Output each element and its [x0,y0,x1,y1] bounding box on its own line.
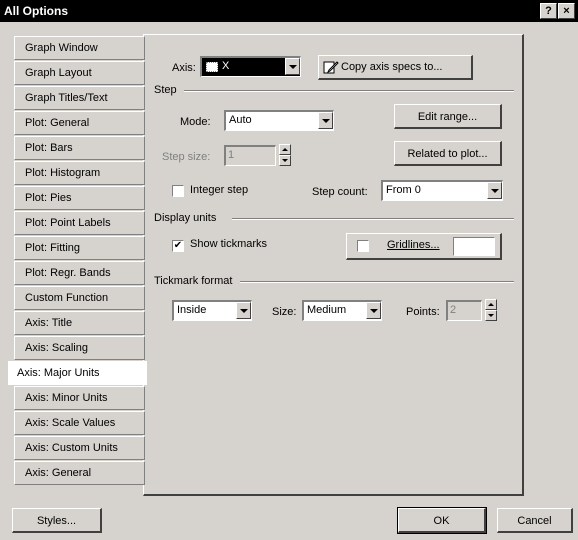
mode-label: Mode: [180,116,211,128]
gridlines-checkbox[interactable] [357,240,369,252]
tab-axis-title[interactable]: Axis: Title [14,311,145,335]
chevron-down-icon [322,119,330,123]
size-label: Size: [272,306,297,318]
tab-axis-major-units[interactable]: Axis: Major Units [8,361,147,385]
step-size-label: Step size: [162,151,211,163]
tab-plot-regr-bands[interactable]: Plot: Regr. Bands [14,261,145,285]
tab-custom-function[interactable]: Custom Function [14,286,145,310]
cancel-button[interactable]: Cancel [497,508,573,533]
related-to-plot-button[interactable]: Related to plot... [394,141,502,166]
chevron-down-icon [289,65,297,69]
axis-swatch-icon [206,62,218,72]
tickmark-position-dropdown-button[interactable] [236,302,251,319]
step-group-label: Step [154,84,177,96]
ok-button[interactable]: OK [397,507,487,534]
triangle-up-icon [282,148,288,151]
tab-plot-bars[interactable]: Plot: Bars [14,136,145,160]
tickmark-position-value: Inside [177,304,207,316]
gridlines-color-swatch[interactable] [453,237,495,256]
options-tab-list: Graph Window Graph Layout Graph Titles/T… [8,36,147,486]
tab-axis-scale-values[interactable]: Axis: Scale Values [14,411,145,435]
copy-axis-specs-label: Copy axis specs to... [341,61,443,73]
tab-plot-fitting[interactable]: Plot: Fitting [14,236,145,260]
step-count-label: Step count: [312,186,368,198]
tab-plot-histogram[interactable]: Plot: Histogram [14,161,145,185]
tickmark-format-divider [240,281,514,283]
spin-down-button[interactable] [279,155,291,166]
step-size-field[interactable]: 1 [224,145,276,166]
tab-axis-minor-units[interactable]: Axis: Minor Units [14,386,145,410]
gridlines-label: Gridlines... [387,239,440,251]
mode-select[interactable]: Auto [224,110,334,131]
points-field[interactable]: 2 [446,300,482,321]
tickmark-size-dropdown-button[interactable] [366,302,381,319]
copy-axis-specs-button[interactable]: Copy axis specs to... [318,55,473,80]
spin-up-button[interactable] [485,299,497,310]
step-size-value: 1 [228,149,235,161]
styles-button[interactable]: Styles... [12,508,102,533]
tab-graph-window[interactable]: Graph Window [14,36,145,60]
step-group-divider [184,90,514,92]
tickmark-size-value: Medium [307,304,347,316]
points-label: Points: [406,306,440,318]
display-units-divider [232,218,514,220]
display-units-group-label: Display units [154,212,217,224]
chevron-down-icon [240,309,248,313]
triangle-up-icon [488,303,494,306]
show-tickmarks-label: Show tickmarks [190,238,268,250]
chevron-down-icon [370,309,378,313]
show-tickmarks-checkbox[interactable]: ✔ [172,240,184,252]
chevron-down-icon [491,189,499,193]
tab-plot-pies[interactable]: Plot: Pies [14,186,145,210]
help-button[interactable]: ? [540,3,557,19]
step-size-spinner[interactable] [279,144,291,166]
triangle-down-icon [282,159,288,162]
edit-pencil-icon [323,61,339,74]
window-title: All Options [4,4,68,18]
integer-step-checkbox[interactable] [172,185,184,197]
step-count-dropdown-button[interactable] [487,182,502,199]
tab-plot-general[interactable]: Plot: General [14,111,145,135]
edit-range-button[interactable]: Edit range... [394,104,502,129]
mode-select-value: Auto [229,114,252,126]
close-button[interactable]: × [558,3,575,19]
points-spinner[interactable] [485,299,497,321]
all-options-dialog: All Options ? × Graph Window Graph Layou… [0,0,578,540]
tickmark-format-group-label: Tickmark format [154,275,233,287]
axis-select-value: X [222,60,230,72]
axis-select[interactable]: X [200,56,301,77]
axis-dropdown-button[interactable] [285,58,300,75]
tab-axis-scaling[interactable]: Axis: Scaling [14,336,145,360]
tab-axis-custom-units[interactable]: Axis: Custom Units [14,436,145,460]
tab-axis-general[interactable]: Axis: General [14,461,145,485]
axis-label: Axis: [172,62,196,74]
tickmark-position-select[interactable]: Inside [172,300,252,321]
spin-down-button[interactable] [485,310,497,321]
tab-plot-point-labels[interactable]: Plot: Point Labels [14,211,145,235]
spin-up-button[interactable] [279,144,291,155]
mode-dropdown-button[interactable] [318,112,333,129]
step-count-select[interactable]: From 0 [381,180,503,201]
title-bar: All Options [0,0,578,22]
tab-graph-layout[interactable]: Graph Layout [14,61,145,85]
tickmark-size-select[interactable]: Medium [302,300,382,321]
gridlines-button[interactable]: Gridlines... [346,233,502,260]
tab-graph-titles-text[interactable]: Graph Titles/Text [14,86,145,110]
integer-step-label: Integer step [190,184,249,196]
step-count-value: From 0 [386,184,421,196]
triangle-down-icon [488,314,494,317]
points-value: 2 [450,304,457,316]
